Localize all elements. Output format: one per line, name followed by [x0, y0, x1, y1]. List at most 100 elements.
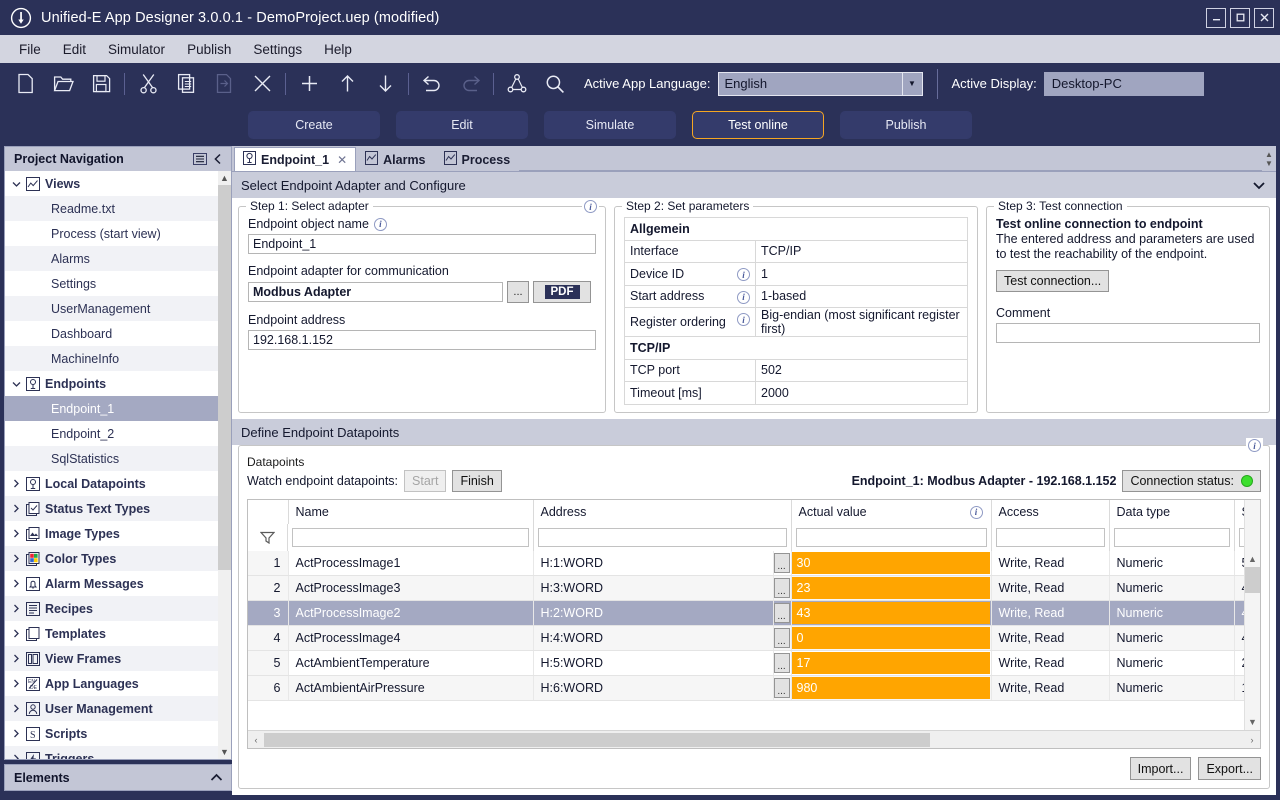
test-connection-button[interactable]: Test connection... [996, 270, 1110, 292]
parameter-value[interactable]: Big-endian (most significant register fi… [755, 307, 968, 337]
chevron-right-icon[interactable] [9, 554, 23, 563]
sidebar-item-scripts[interactable]: S Scripts [5, 721, 218, 746]
mode-edit-button[interactable]: Edit [396, 111, 528, 139]
search-icon[interactable] [536, 67, 574, 101]
move-down-icon[interactable] [366, 67, 404, 101]
chevron-down-icon[interactable] [1248, 181, 1270, 190]
ellipsis-icon[interactable]: ... [773, 578, 790, 598]
chevron-down-icon[interactable] [9, 380, 23, 388]
filter-funnel-icon[interactable] [248, 524, 288, 551]
scroll-track[interactable] [264, 732, 1244, 747]
step1-info-icon[interactable]: i [582, 199, 599, 214]
sidebar-item-endpoint-2[interactable]: Endpoint_2 [5, 421, 218, 446]
chevron-right-icon[interactable] [9, 654, 23, 663]
comment-input[interactable] [996, 323, 1260, 343]
sidebar-scrollbar[interactable]: ▲ ▼ [218, 171, 231, 759]
scroll-left-icon[interactable]: ‹ [248, 735, 264, 745]
collapse-panel-icon[interactable] [209, 150, 227, 168]
datapoints-vertical-scrollbar[interactable]: ▲ ▼ [1244, 500, 1260, 730]
scroll-thumb[interactable] [264, 732, 931, 747]
sidebar-item-templates[interactable]: Templates [5, 621, 218, 646]
table-row[interactable]: 1 ActProcessImage1 H:1:WORD... 30 Write, Rea… [248, 551, 1244, 576]
minimize-button[interactable] [1206, 7, 1226, 28]
display-value[interactable]: Desktop-PC [1043, 71, 1204, 96]
menu-help[interactable]: Help [313, 38, 363, 61]
chevron-up-icon[interactable] [210, 771, 223, 785]
sidebar-item-color-types[interactable]: Color Types [5, 546, 218, 571]
tab-scroll-icon[interactable]: ▲ ▼ [1262, 147, 1276, 171]
sidebar-item-dashboard[interactable]: Dashboard [5, 321, 218, 346]
table-row[interactable]: 4 ActProcessImage4 H:4:WORD... 0 Write, Read… [248, 625, 1244, 651]
header-scale[interactable]: S [1234, 500, 1244, 524]
ellipsis-icon[interactable]: ... [773, 653, 790, 673]
sidebar-item-endpoint-1[interactable]: Endpoint_1 [5, 396, 218, 421]
elements-panel-header[interactable]: Elements [4, 764, 232, 791]
sidebar-item-local-datapoints[interactable]: Local Datapoints [5, 471, 218, 496]
ellipsis-icon[interactable]: ... [773, 678, 790, 698]
sidebar-item-views[interactable]: Views [5, 171, 218, 196]
datapoints-horizontal-scrollbar[interactable]: ‹ › [248, 730, 1260, 748]
sidebar-item-status-text-types[interactable]: Status Text Types [5, 496, 218, 521]
scroll-down-icon[interactable]: ▼ [1248, 714, 1257, 730]
sidebar-item-view-frames[interactable]: View Frames [5, 646, 218, 671]
watch-start-button[interactable]: Start [404, 470, 447, 492]
language-select[interactable]: English ▼ [717, 71, 923, 96]
scroll-thumb[interactable] [218, 185, 231, 570]
filter-name-input[interactable] [292, 528, 529, 547]
ellipsis-icon[interactable]: ... [773, 553, 790, 573]
header-name[interactable]: Name [288, 500, 534, 524]
adapter-pdf-button[interactable]: PDF [533, 281, 591, 303]
adapter-browse-button[interactable]: ... [507, 281, 529, 303]
filter-access-input[interactable] [995, 528, 1105, 547]
ellipsis-icon[interactable]: ... [773, 628, 790, 648]
scroll-up-icon[interactable]: ▲ [1248, 551, 1257, 567]
sidebar-item-alarm-messages[interactable]: Alarm Messages [5, 571, 218, 596]
move-up-icon[interactable] [328, 67, 366, 101]
chevron-down-icon[interactable]: ▼ [901, 72, 922, 95]
scroll-up-icon[interactable]: ▲ [220, 171, 229, 185]
menu-simulator[interactable]: Simulator [97, 38, 176, 61]
import-button[interactable]: Import... [1129, 757, 1192, 780]
mode-test-online-button[interactable]: Test online [692, 111, 824, 139]
endpoint-address-input[interactable]: 192.168.1.152 [248, 330, 596, 350]
sidebar-item-usermanagement[interactable]: UserManagement [5, 296, 218, 321]
info-icon[interactable]: i [969, 505, 983, 519]
chevron-right-icon[interactable] [9, 604, 23, 613]
chevron-right-icon[interactable] [9, 729, 23, 738]
save-icon[interactable] [82, 67, 120, 101]
chevron-right-icon[interactable] [9, 679, 23, 688]
sidebar-item-triggers[interactable]: Triggers [5, 746, 218, 759]
filter-value-input[interactable] [795, 528, 987, 547]
maximize-button[interactable] [1230, 7, 1250, 28]
tab-process[interactable]: Process [434, 147, 520, 171]
table-row[interactable]: 6 ActAmbientAirPressure H:6:WORD... 980 Writ… [248, 675, 1244, 701]
open-folder-icon[interactable] [44, 67, 82, 101]
sidebar-item-alarms[interactable]: Alarms [5, 246, 218, 271]
actual-value-highlight[interactable]: 43 [791, 602, 990, 624]
actual-value-highlight[interactable]: 980 [791, 677, 990, 699]
mode-publish-button[interactable]: Publish [840, 111, 972, 139]
sidebar-item-app-languages[interactable]: EN DE App Languages [5, 671, 218, 696]
chevron-right-icon[interactable] [9, 629, 23, 638]
info-icon[interactable]: i [737, 312, 750, 327]
actual-value-highlight[interactable]: 30 [791, 552, 990, 574]
watch-finish-button[interactable]: Finish [452, 470, 502, 492]
undo-icon[interactable] [413, 67, 451, 101]
connection-status[interactable]: Connection status: [1122, 470, 1261, 492]
chevron-right-icon[interactable] [9, 704, 23, 713]
sidebar-item-image-types[interactable]: Image Types [5, 521, 218, 546]
menu-hamburger-icon[interactable] [191, 150, 209, 168]
tab-alarms[interactable]: Alarms [356, 147, 435, 171]
scroll-right-icon[interactable]: › [1244, 735, 1260, 745]
actual-value-highlight[interactable]: 0 [791, 627, 990, 649]
mode-simulate-button[interactable]: Simulate [544, 111, 676, 139]
parameter-value[interactable]: 502 [755, 358, 968, 382]
table-row[interactable]: 2 ActProcessImage3 H:3:WORD... 23 Write, Rea… [248, 575, 1244, 601]
chevron-down-icon[interactable] [9, 180, 23, 188]
sidebar-item-machineinfo[interactable]: MachineInfo [5, 346, 218, 371]
actual-value-highlight[interactable]: 17 [791, 652, 990, 674]
new-file-icon[interactable] [6, 67, 44, 101]
copy-icon[interactable] [167, 67, 205, 101]
sidebar-item-sqlstatistics[interactable]: SqlStatistics [5, 446, 218, 471]
cut-icon[interactable] [129, 67, 167, 101]
